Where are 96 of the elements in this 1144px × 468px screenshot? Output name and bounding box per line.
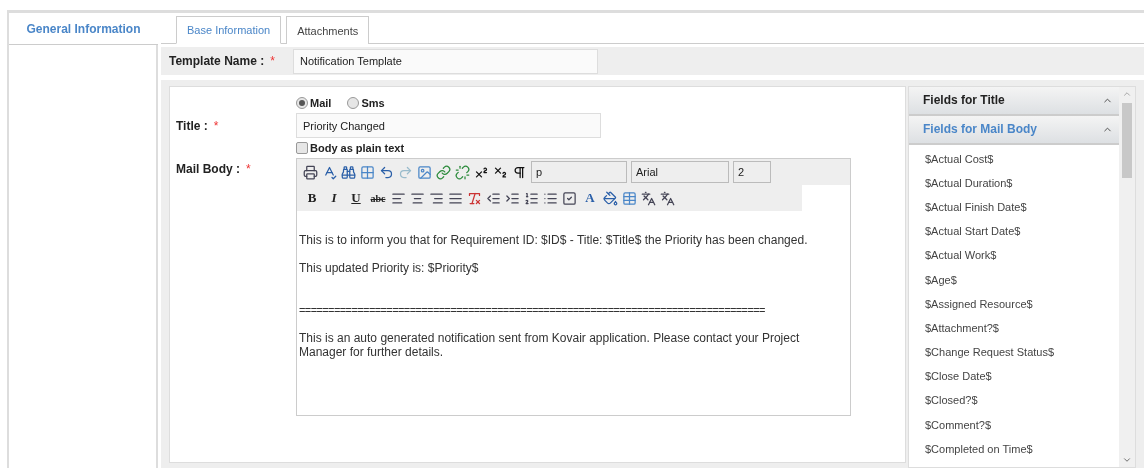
field-item[interactable]: $Actual Finish Date$ <box>925 200 1119 226</box>
superscript-icon <box>474 164 489 180</box>
body-paragraph: This is to inform you that for Requirement ID: $ID$ - Title: $Title$ the Priority has been changed. <box>299 233 809 247</box>
align-left-button[interactable] <box>391 190 406 206</box>
image-icon <box>417 164 432 180</box>
field-item[interactable]: $Actual Duration$ <box>925 176 1119 201</box>
numbered-list-button[interactable] <box>524 190 539 206</box>
image-button[interactable] <box>417 164 432 180</box>
required-mark: * <box>270 54 275 68</box>
checkbox-icon <box>562 190 577 206</box>
align-right-icon <box>429 190 444 206</box>
redo-icon <box>398 164 413 180</box>
checkbox-label: Body as plain text <box>310 142 405 154</box>
indent-icon <box>505 190 520 206</box>
pilcrow-button[interactable] <box>512 164 527 180</box>
separator-line: ================================================================================ <box>299 303 766 317</box>
numbered-list-icon <box>524 190 539 206</box>
radio-option[interactable]: Sms <box>347 97 385 109</box>
outdent-button[interactable] <box>486 190 501 206</box>
required-mark: * <box>213 118 219 133</box>
tab[interactable]: Attachments <box>286 16 370 44</box>
bullet-list-icon <box>543 190 558 206</box>
select-all-icon <box>360 164 375 180</box>
rich-text-editor[interactable] <box>296 158 851 416</box>
remove-format-icon <box>467 190 482 206</box>
body-paragraph: This updated Priority is: $Priority$ <box>299 261 480 275</box>
link-icon <box>436 164 451 180</box>
template-name-field[interactable]: Notification Template <box>293 48 598 74</box>
field-item[interactable]: $Change Request Status$ <box>925 346 1119 371</box>
field-item[interactable]: $Age$ <box>925 273 1119 298</box>
subscript-button[interactable] <box>493 164 508 180</box>
bullet-list-button[interactable] <box>543 190 558 206</box>
align-justify-button[interactable] <box>448 190 463 206</box>
strike-button[interactable]: abc <box>369 192 387 204</box>
field-item[interactable]: $Attachment?$ <box>925 321 1119 347</box>
align-right-button[interactable] <box>429 190 444 206</box>
outdent-icon <box>486 190 501 206</box>
sidebar-item[interactable]: General Information <box>9 13 158 45</box>
paint-bucket-icon <box>603 190 618 206</box>
field-item[interactable]: $Closed?$ <box>925 394 1119 419</box>
toolbar-dropdown[interactable]: 2 <box>733 161 771 183</box>
align-center-icon <box>410 190 425 206</box>
radio-label: Mail <box>310 97 332 109</box>
field-item[interactable]: $Actual Cost$ <box>925 152 1119 177</box>
undo-button[interactable] <box>379 164 394 180</box>
subscript-icon <box>493 164 508 180</box>
printer-button[interactable] <box>303 164 318 180</box>
checkbox-button[interactable] <box>562 190 577 206</box>
translate-button[interactable] <box>641 190 656 206</box>
field-item[interactable]: $Actual Work$ <box>925 249 1119 274</box>
align-justify-icon <box>448 190 463 206</box>
translate-button[interactable] <box>660 190 675 206</box>
toolbar-dropdown[interactable]: Arial <box>631 161 729 183</box>
checkbox-option[interactable]: Body as plain text <box>296 142 899 154</box>
undo-icon <box>379 164 394 180</box>
underline-button[interactable]: U <box>347 190 365 206</box>
printer-icon <box>303 164 318 180</box>
translate-icon <box>641 190 656 206</box>
table-icon <box>622 190 637 206</box>
unlink-button[interactable] <box>455 164 470 180</box>
find-icon <box>341 164 356 180</box>
pilcrow-icon <box>512 164 527 180</box>
field-item[interactable]: $Assigned Resource$ <box>925 297 1119 322</box>
title-field[interactable]: Priority Changed <box>296 113 601 138</box>
select-all-button[interactable] <box>360 164 375 180</box>
body-paragraph: This is an auto generated notification sent from Kovair application. Please contact your Project Manager for further details. <box>299 331 801 359</box>
align-center-button[interactable] <box>410 190 425 206</box>
radio-label: Sms <box>361 97 385 109</box>
tab[interactable]: Base Information <box>176 16 282 44</box>
bold-button[interactable]: B <box>303 190 321 206</box>
field-item[interactable]: $Close Date$ <box>925 370 1119 395</box>
scrollbar-thumb[interactable] <box>1122 103 1132 178</box>
toolbar-dropdown[interactable]: p <box>531 161 627 183</box>
required-mark: * <box>246 162 251 176</box>
spellcheck-button[interactable] <box>322 164 337 180</box>
superscript-button[interactable] <box>474 164 489 180</box>
remove-format-button[interactable] <box>467 190 482 206</box>
field-item[interactable]: $Comment?$ <box>925 418 1119 443</box>
font-color-button[interactable]: A <box>581 190 599 206</box>
field-label: Template Name : <box>169 54 265 68</box>
find-button[interactable] <box>341 164 356 180</box>
scroll-down-icon[interactable] <box>1122 455 1132 465</box>
indent-button[interactable] <box>505 190 520 206</box>
field-label: Title : <box>176 118 208 133</box>
unlink-icon <box>455 164 470 180</box>
field-label: Mail Body : <box>176 162 240 176</box>
translate-icon <box>660 190 675 206</box>
paint-bucket-button[interactable] <box>603 190 618 206</box>
field-item[interactable]: $Actual Start Date$ <box>925 225 1119 250</box>
link-button[interactable] <box>436 164 451 180</box>
spellcheck-icon <box>322 164 337 180</box>
field-item[interactable]: $Completed on Time$ <box>925 442 1119 467</box>
align-left-icon <box>391 190 406 206</box>
italic-button[interactable]: I <box>325 190 343 206</box>
radio-option[interactable]: Mail <box>296 97 332 109</box>
accordion-header[interactable]: Fields for Title <box>909 87 1119 116</box>
